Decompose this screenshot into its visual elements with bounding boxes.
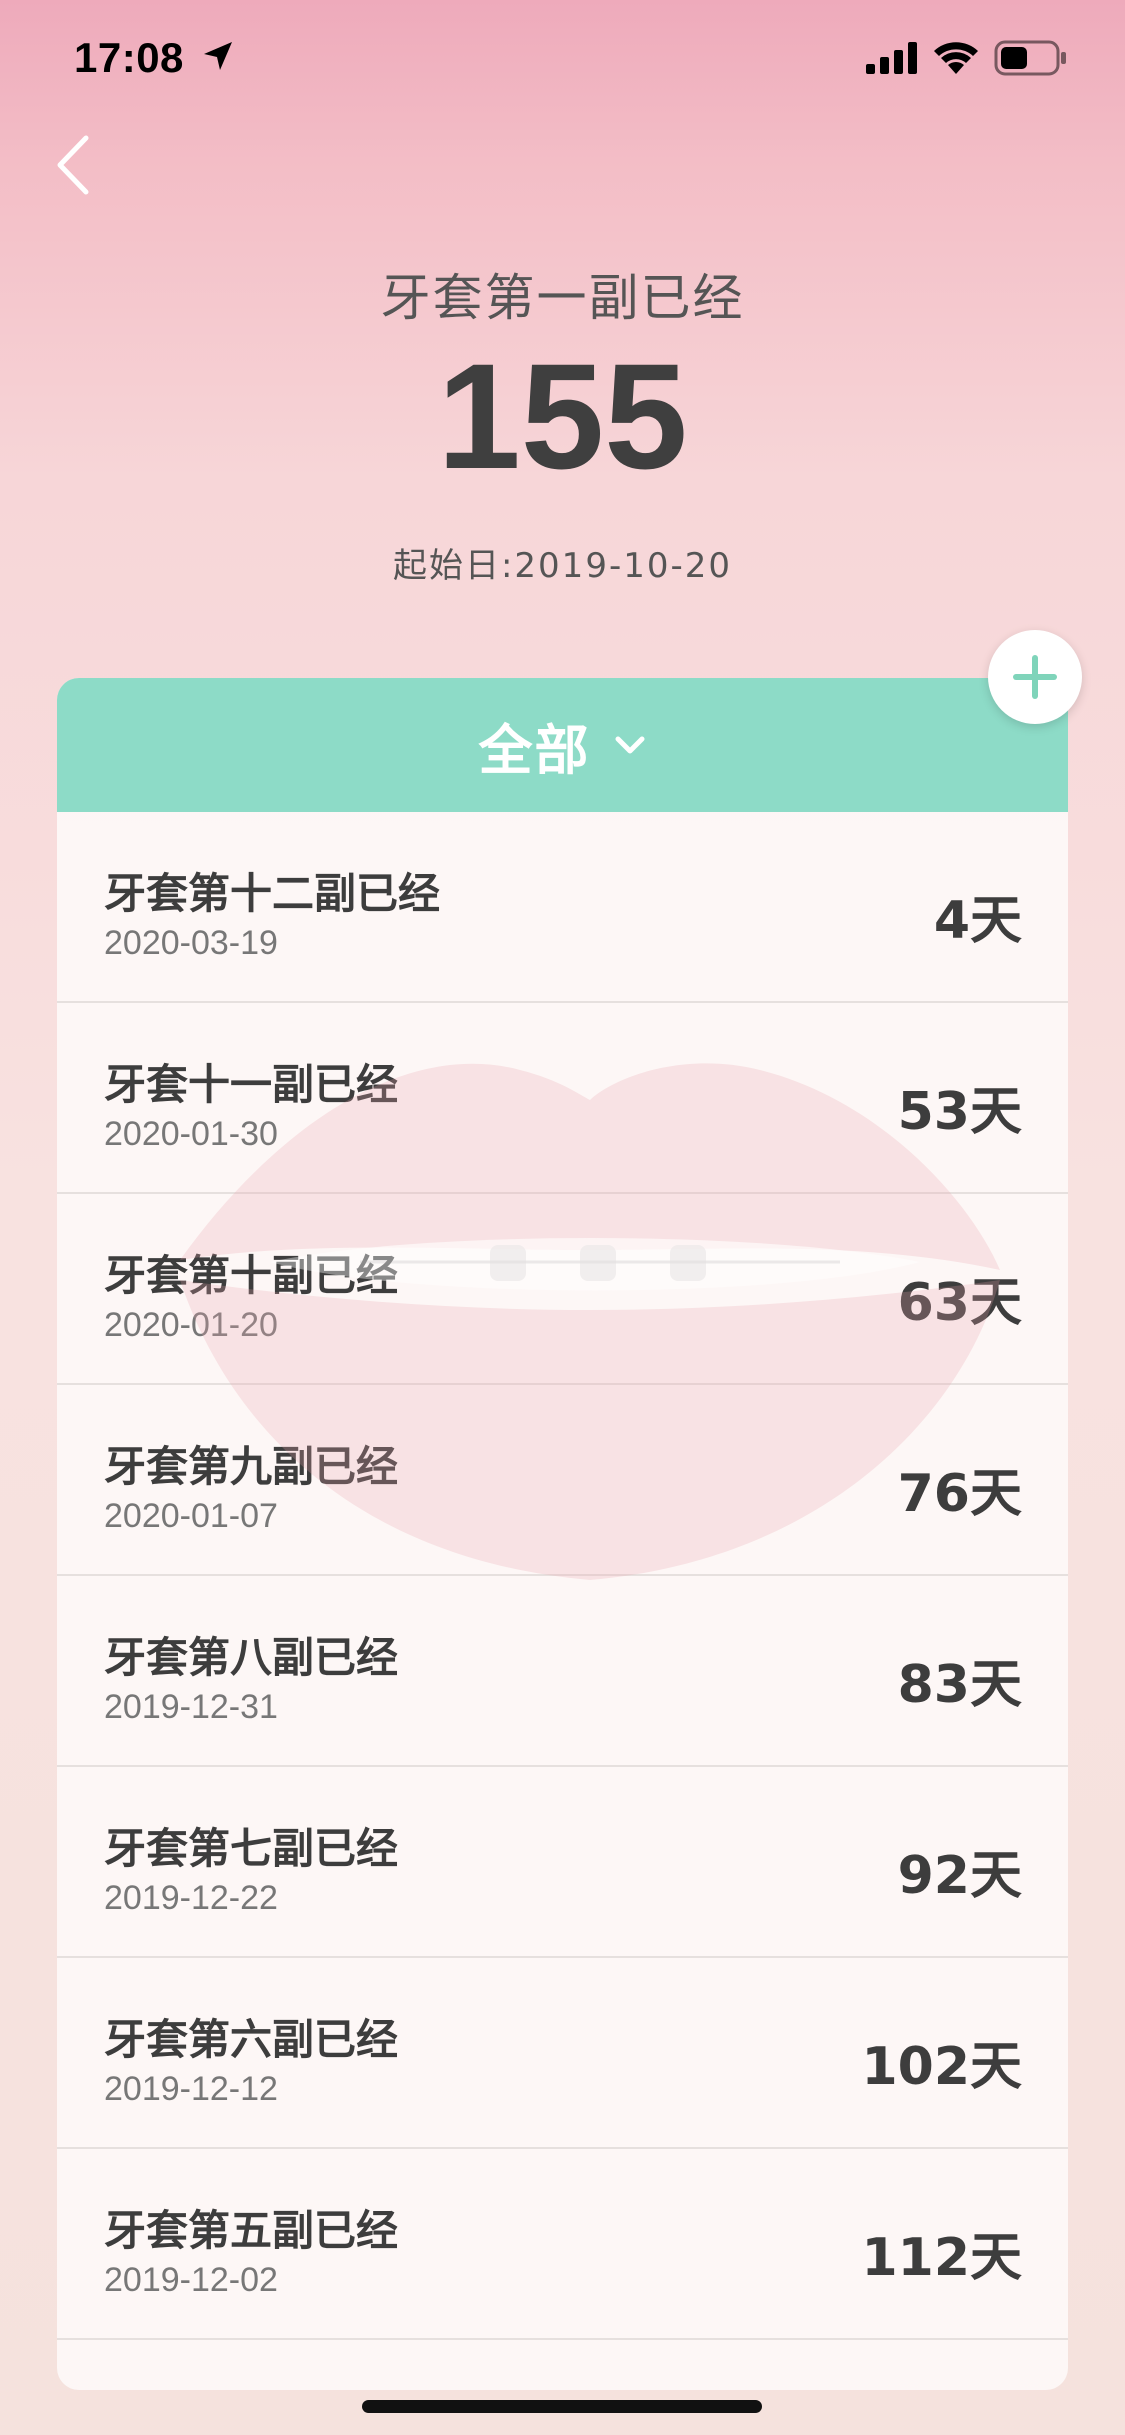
back-arrow-icon (57, 135, 89, 195)
lips-watermark (180, 1063, 1000, 1580)
item-title: 牙套第五副已经 (104, 2206, 399, 2255)
item-date: 2020-03-19 (104, 924, 278, 962)
home-indicator[interactable] (362, 2400, 762, 2413)
list-item[interactable]: 牙套第六副已经 2019-12-12 102天 (57, 1958, 1068, 2149)
battery-icon (994, 40, 1066, 76)
cellular-signal-icon (866, 42, 917, 74)
item-days: 83天 (897, 1655, 1022, 1715)
item-title: 牙套第八副已经 (104, 1633, 399, 1682)
item-days: 4天 (933, 891, 1022, 951)
list-item[interactable]: 牙套第七副已经 2019-12-22 92天 (57, 1767, 1068, 1958)
item-date: 2019-12-02 (104, 2261, 278, 2299)
item-date: 2019-12-12 (104, 2070, 278, 2108)
add-button[interactable] (988, 630, 1082, 724)
list-item[interactable]: 牙套第八副已经 2019-12-31 83天 (57, 1576, 1068, 1767)
item-days: 112天 (861, 2228, 1022, 2288)
item-title: 牙套第六副已经 (104, 2015, 399, 2064)
item-date: 2019-12-22 (104, 1879, 278, 1917)
back-button[interactable] (50, 130, 110, 200)
status-time: 17:08 (74, 34, 184, 81)
item-title: 牙套第十二副已经 (104, 869, 441, 918)
location-arrow-icon (204, 42, 232, 70)
days-count: 155 (437, 332, 688, 500)
list-item[interactable]: 牙套第十二副已经 2020-03-19 4天 (57, 812, 1068, 1003)
status-bar: 17:08 (0, 0, 1125, 120)
start-date: 起始日:2019-10-20 (392, 546, 733, 586)
item-days: 102天 (861, 2037, 1022, 2097)
item-title: 牙套第七副已经 (104, 1824, 399, 1873)
filter-dropdown[interactable]: 全部 (57, 678, 1068, 812)
wifi-icon (934, 42, 978, 74)
plus-icon (1013, 655, 1057, 699)
filter-label: 全部 (478, 718, 591, 782)
list-item[interactable]: 牙套第五副已经 2019-12-02 112天 (57, 2149, 1068, 2340)
item-days: 92天 (897, 1846, 1022, 1906)
item-date: 2019-12-31 (104, 1688, 278, 1726)
header-title: 牙套第一副已经 (380, 269, 745, 327)
chevron-down-icon (615, 736, 644, 754)
